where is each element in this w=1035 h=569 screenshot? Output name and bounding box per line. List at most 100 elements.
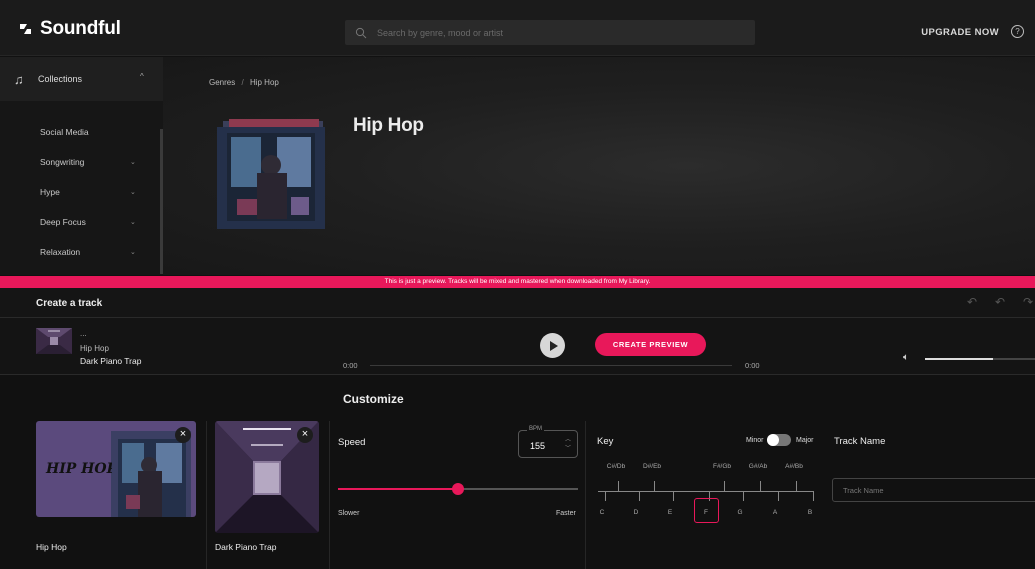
speed-slider-handle[interactable] [452, 483, 464, 495]
search-bar[interactable] [345, 20, 755, 45]
breadcrumb-current: Hip Hop [249, 78, 279, 87]
chevron-down-icon: ⌄ [130, 159, 136, 166]
collections-list: Social Media Songwriting ⌄ Hype ⌄ Deep F… [0, 101, 163, 267]
key-tick [796, 481, 797, 491]
key-tick [605, 491, 606, 501]
key-selector-line [598, 491, 813, 492]
undo-all-icon[interactable]: ↶ [965, 295, 979, 309]
card-divider [329, 421, 330, 569]
hip-hop-art-text: HIP HOP [45, 461, 112, 477]
key-sharp-2[interactable]: D#/Eb [643, 463, 661, 470]
sidebar: ♫ Collections ^ Social Media Songwriting… [0, 57, 163, 275]
key-sharp-1[interactable]: C#/Db [607, 463, 625, 470]
toggle-knob [767, 434, 779, 446]
minor-major-toggle[interactable] [767, 434, 791, 446]
minor-label: Minor [746, 437, 764, 444]
sidebar-item-relaxation[interactable]: Relaxation ⌄ [0, 237, 163, 267]
key-tick [724, 481, 725, 491]
help-icon[interactable]: ? [1011, 25, 1024, 38]
slower-label: Slower [338, 510, 360, 517]
undo-icon[interactable]: ↶ [993, 295, 1007, 309]
music-note-icon: ♫ [14, 71, 24, 87]
faster-label: Faster [556, 510, 576, 517]
key-sharp-4[interactable]: G#/Ab [749, 463, 767, 470]
collections-label: Collections [38, 74, 83, 84]
soundful-logo[interactable]: Soundful [18, 18, 121, 40]
genre-hero: Genres / Hip Hop Hip Hop [163, 57, 1035, 275]
breadcrumb: Genres / Hip Hop [209, 78, 279, 87]
genre-card[interactable]: HIP HOP × Hip Hop [36, 421, 200, 569]
card-label: Dark Piano Trap [215, 542, 277, 552]
total-time: 0:00 [745, 361, 760, 370]
breadcrumb-genres-link[interactable]: Genres [209, 78, 235, 87]
elapsed-time: 0:00 [343, 361, 358, 370]
chevron-up-icon: ^ [140, 72, 144, 81]
card-label: Hip Hop [36, 542, 67, 552]
card-divider [206, 421, 207, 569]
key-b[interactable]: B [808, 509, 812, 516]
key-a[interactable]: A [773, 509, 777, 516]
breadcrumb-separator: / [241, 78, 244, 87]
track-name-label: Track Name [834, 436, 886, 447]
key-d[interactable]: D [634, 509, 639, 516]
bpm-value[interactable]: 155 [530, 441, 545, 451]
sidebar-item-hype[interactable]: Hype ⌄ [0, 177, 163, 207]
bpm-stepper[interactable]: BPM 155 ︿ ﹀ [518, 426, 578, 458]
track-thumbnail [36, 328, 72, 354]
key-tick [813, 491, 814, 501]
play-icon [549, 340, 558, 351]
top-bar: Soundful UPGRADE NOW ? [0, 0, 1035, 56]
track-menu-icon[interactable]: ... [80, 329, 87, 338]
customize-panel: HIP HOP × Hip Hop × Dark Piano Trap Cust… [0, 376, 1035, 569]
sidebar-item-label: Songwriting [40, 157, 85, 167]
app-name: Soundful [40, 18, 121, 39]
key-tick [639, 491, 640, 501]
preview-notice-banner: This is just a preview. Tracks will be m… [0, 276, 1035, 288]
sidebar-item-songwriting[interactable]: Songwriting ⌄ [0, 147, 163, 177]
chevron-down-icon: ⌄ [130, 219, 136, 226]
play-button[interactable] [540, 333, 565, 358]
close-icon[interactable]: × [297, 427, 313, 443]
sidebar-item-label: Relaxation [40, 247, 81, 257]
track-genre: Hip Hop [80, 344, 109, 353]
volume-slider-fill [925, 358, 994, 360]
sidebar-item-deep-focus[interactable]: Deep Focus ⌄ [0, 207, 163, 237]
upgrade-now-link[interactable]: UPGRADE NOW [921, 27, 999, 38]
key-selector: C D E F G A B C#/Db D#/Eb F#/Gb G#/Ab A#/Bb [598, 461, 823, 523]
redo-icon[interactable]: ↷ [1021, 295, 1035, 309]
key-sharp-3[interactable]: F#/Gb [713, 463, 731, 470]
key-tick [618, 481, 619, 491]
key-label: Key [597, 436, 614, 447]
volume-slider[interactable] [925, 358, 1035, 360]
key-g[interactable]: G [737, 509, 742, 516]
create-track-title: Create a track [36, 298, 103, 309]
create-track-bar: Create a track ↶ ↶ ↷ [0, 288, 1035, 318]
stepper-arrows-icon[interactable]: ︿ ﹀ [565, 436, 571, 454]
collections-header[interactable]: ♫ Collections ^ [0, 57, 163, 101]
player-bar: ... Hip Hop Dark Piano Trap 0:00 0:00 CR… [0, 318, 1035, 375]
track-name: Dark Piano Trap [80, 356, 142, 366]
speed-label: Speed [338, 437, 366, 448]
key-e[interactable]: E [668, 509, 672, 516]
bpm-legend: BPM [527, 426, 545, 432]
key-tick [673, 491, 674, 501]
key-tick [743, 491, 744, 501]
track-name-input[interactable] [832, 478, 1035, 502]
major-label: Major [796, 437, 814, 444]
key-divider [585, 421, 586, 569]
sidebar-item-label: Social Media [40, 127, 89, 137]
page-title: Hip Hop [353, 115, 424, 136]
close-icon[interactable]: × [175, 427, 191, 443]
key-c[interactable]: C [600, 509, 605, 516]
key-sharp-5[interactable]: A#/Bb [785, 463, 803, 470]
sidebar-item-label: Deep Focus [40, 217, 86, 227]
key-tick [778, 491, 779, 501]
progress-bar[interactable] [370, 365, 732, 366]
volume-icon[interactable]: 🔈︎ [903, 352, 909, 363]
search-input[interactable] [377, 27, 747, 38]
customize-title: Customize [343, 392, 404, 406]
create-preview-button[interactable]: CREATE PREVIEW [595, 333, 706, 356]
sidebar-item-social-media[interactable]: Social Media [0, 117, 163, 147]
selected-key-indicator[interactable] [694, 498, 719, 523]
svg-text:HIP HOP: HIP HOP [45, 461, 112, 477]
